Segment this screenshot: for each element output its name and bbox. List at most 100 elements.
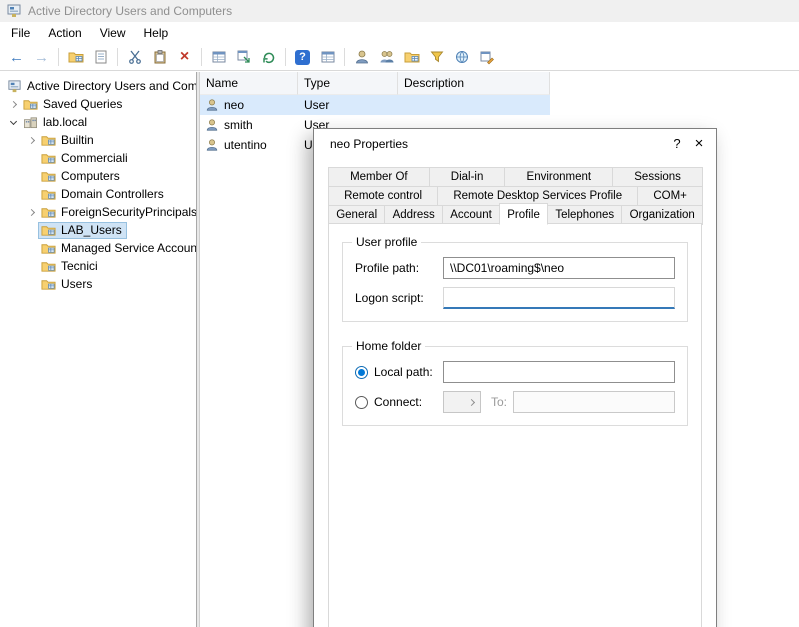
list-cell-name: utentino bbox=[224, 138, 267, 152]
tab-member-of[interactable]: Member Of bbox=[328, 167, 430, 187]
tab-dial-in[interactable]: Dial-in bbox=[429, 167, 506, 187]
user-icon bbox=[205, 138, 219, 152]
container-folder-icon bbox=[41, 241, 56, 256]
column-header-name[interactable]: Name bbox=[200, 72, 298, 95]
tree-item-commerciali[interactable]: Commerciali bbox=[0, 149, 196, 167]
delete-button[interactable]: × bbox=[173, 46, 196, 68]
column-header-type[interactable]: Type bbox=[298, 72, 398, 95]
column-header-description[interactable]: Description bbox=[398, 72, 550, 95]
ou-folder-icon bbox=[41, 259, 56, 274]
tab-sessions[interactable]: Sessions bbox=[612, 167, 703, 187]
local-path-label: Local path: bbox=[374, 365, 433, 379]
tab-address[interactable]: Address bbox=[384, 205, 443, 225]
expander-icon[interactable] bbox=[24, 138, 38, 143]
ad-root-icon bbox=[7, 79, 22, 94]
menu-file[interactable]: File bbox=[2, 22, 39, 44]
report-button[interactable] bbox=[316, 46, 339, 68]
expander-icon[interactable] bbox=[24, 210, 38, 215]
local-path-radio[interactable] bbox=[355, 366, 368, 379]
tree-item-lab-local[interactable]: lab.local bbox=[0, 113, 196, 131]
list-cell-type: User bbox=[298, 98, 398, 112]
menu-bar: File Action View Help bbox=[0, 22, 799, 44]
tree-item-root[interactable]: Active Directory Users and Com bbox=[0, 77, 196, 95]
tab-telephones[interactable]: Telephones bbox=[547, 205, 622, 225]
tab-environment[interactable]: Environment bbox=[504, 167, 613, 187]
tree-item-users[interactable]: Users bbox=[0, 275, 196, 293]
document-icon bbox=[93, 49, 109, 65]
cut-button[interactable] bbox=[123, 46, 146, 68]
help-button[interactable]: ? bbox=[291, 46, 314, 68]
tab-row-3: General Address Account Profile Telephon… bbox=[328, 205, 702, 224]
tree-item-saved-queries[interactable]: Saved Queries bbox=[0, 95, 196, 113]
user-icon bbox=[205, 98, 219, 112]
dialog-close-button[interactable]: × bbox=[688, 133, 710, 155]
ou-folder-icon bbox=[41, 223, 56, 238]
tree-item-domain-controllers[interactable]: Domain Controllers bbox=[0, 185, 196, 203]
tree-item-tecnici[interactable]: Tecnici bbox=[0, 257, 196, 275]
paste-button[interactable] bbox=[148, 46, 171, 68]
container-folder-icon bbox=[41, 277, 56, 292]
connect-to-input[interactable] bbox=[513, 391, 675, 413]
list-button[interactable] bbox=[207, 46, 230, 68]
advanced-button[interactable] bbox=[475, 46, 498, 68]
export-list-icon bbox=[236, 49, 252, 65]
console-tree-icon bbox=[68, 49, 84, 65]
tab-profile[interactable]: Profile bbox=[499, 203, 548, 225]
dialog-help-button[interactable]: ? bbox=[666, 133, 688, 155]
document-button[interactable] bbox=[89, 46, 112, 68]
tab-remote-control[interactable]: Remote control bbox=[328, 186, 438, 206]
tree-item-label: Tecnici bbox=[61, 259, 98, 273]
tree-item-label: Managed Service Accoun bbox=[61, 241, 196, 255]
aduc-window: Active Directory Users and Computers Fil… bbox=[0, 0, 799, 627]
add-group-button[interactable] bbox=[375, 46, 398, 68]
connect-row: Connect: To: bbox=[355, 391, 675, 413]
profile-path-label: Profile path: bbox=[355, 261, 443, 275]
tree-item-lab-users[interactable]: LAB_Users bbox=[0, 221, 196, 239]
chevron-down-icon bbox=[468, 398, 475, 405]
menu-view[interactable]: View bbox=[91, 22, 135, 44]
tree-item-label: Active Directory Users and Com bbox=[27, 79, 196, 93]
local-path-input[interactable] bbox=[443, 361, 675, 383]
tree-item-foreignsecurityprincipals[interactable]: ForeignSecurityPrincipals bbox=[0, 203, 196, 221]
tab-control: Member Of Dial-in Environment Sessions R… bbox=[328, 167, 702, 224]
drive-letter-select[interactable] bbox=[443, 391, 481, 413]
export-list-button[interactable] bbox=[232, 46, 255, 68]
tree-item-computers[interactable]: Computers bbox=[0, 167, 196, 185]
filter-button[interactable] bbox=[425, 46, 448, 68]
user-profile-group: User profile Profile path: Logon script: bbox=[342, 242, 688, 322]
cut-icon bbox=[127, 49, 143, 65]
tab-organization[interactable]: Organization bbox=[621, 205, 703, 225]
tab-general[interactable]: General bbox=[328, 205, 385, 225]
tree-item-label: Builtin bbox=[61, 133, 94, 147]
expander-icon[interactable] bbox=[6, 102, 20, 107]
neo-properties-dialog: neo Properties ? × Member Of Dial-in Env… bbox=[313, 128, 717, 627]
home-folder-group: Home folder Local path: Connect: To: bbox=[342, 346, 688, 426]
tree-item-managed-service-accounts[interactable]: Managed Service Accoun bbox=[0, 239, 196, 257]
tab-account[interactable]: Account bbox=[442, 205, 500, 225]
list-row-neo[interactable]: neo User bbox=[200, 95, 550, 115]
menu-help[interactable]: Help bbox=[135, 22, 178, 44]
tab-com-plus[interactable]: COM+ bbox=[637, 186, 703, 206]
back-button[interactable]: ← bbox=[5, 46, 28, 68]
connect-radio[interactable] bbox=[355, 396, 368, 409]
menu-action[interactable]: Action bbox=[39, 22, 90, 44]
find-button[interactable] bbox=[450, 46, 473, 68]
add-user-button[interactable] bbox=[350, 46, 373, 68]
dialog-titlebar[interactable]: neo Properties ? × bbox=[314, 129, 716, 159]
forward-button[interactable]: → bbox=[30, 46, 53, 68]
profile-path-input[interactable] bbox=[443, 257, 675, 279]
list-cell-name: neo bbox=[224, 98, 244, 112]
list-header: Name Type Description bbox=[200, 72, 799, 95]
dialog-title: neo Properties bbox=[330, 137, 408, 151]
saved-queries-folder-icon bbox=[23, 97, 38, 112]
expander-icon[interactable] bbox=[6, 121, 20, 124]
refresh-button[interactable] bbox=[257, 46, 280, 68]
add-ou-icon bbox=[404, 49, 420, 65]
window-titlebar[interactable]: Active Directory Users and Computers bbox=[0, 0, 799, 22]
window-title: Active Directory Users and Computers bbox=[28, 4, 232, 18]
home-folder-legend: Home folder bbox=[352, 339, 425, 353]
add-ou-button[interactable] bbox=[400, 46, 423, 68]
tree-item-builtin[interactable]: Builtin bbox=[0, 131, 196, 149]
show-console-tree-button[interactable] bbox=[64, 46, 87, 68]
logon-script-input[interactable] bbox=[443, 287, 675, 309]
